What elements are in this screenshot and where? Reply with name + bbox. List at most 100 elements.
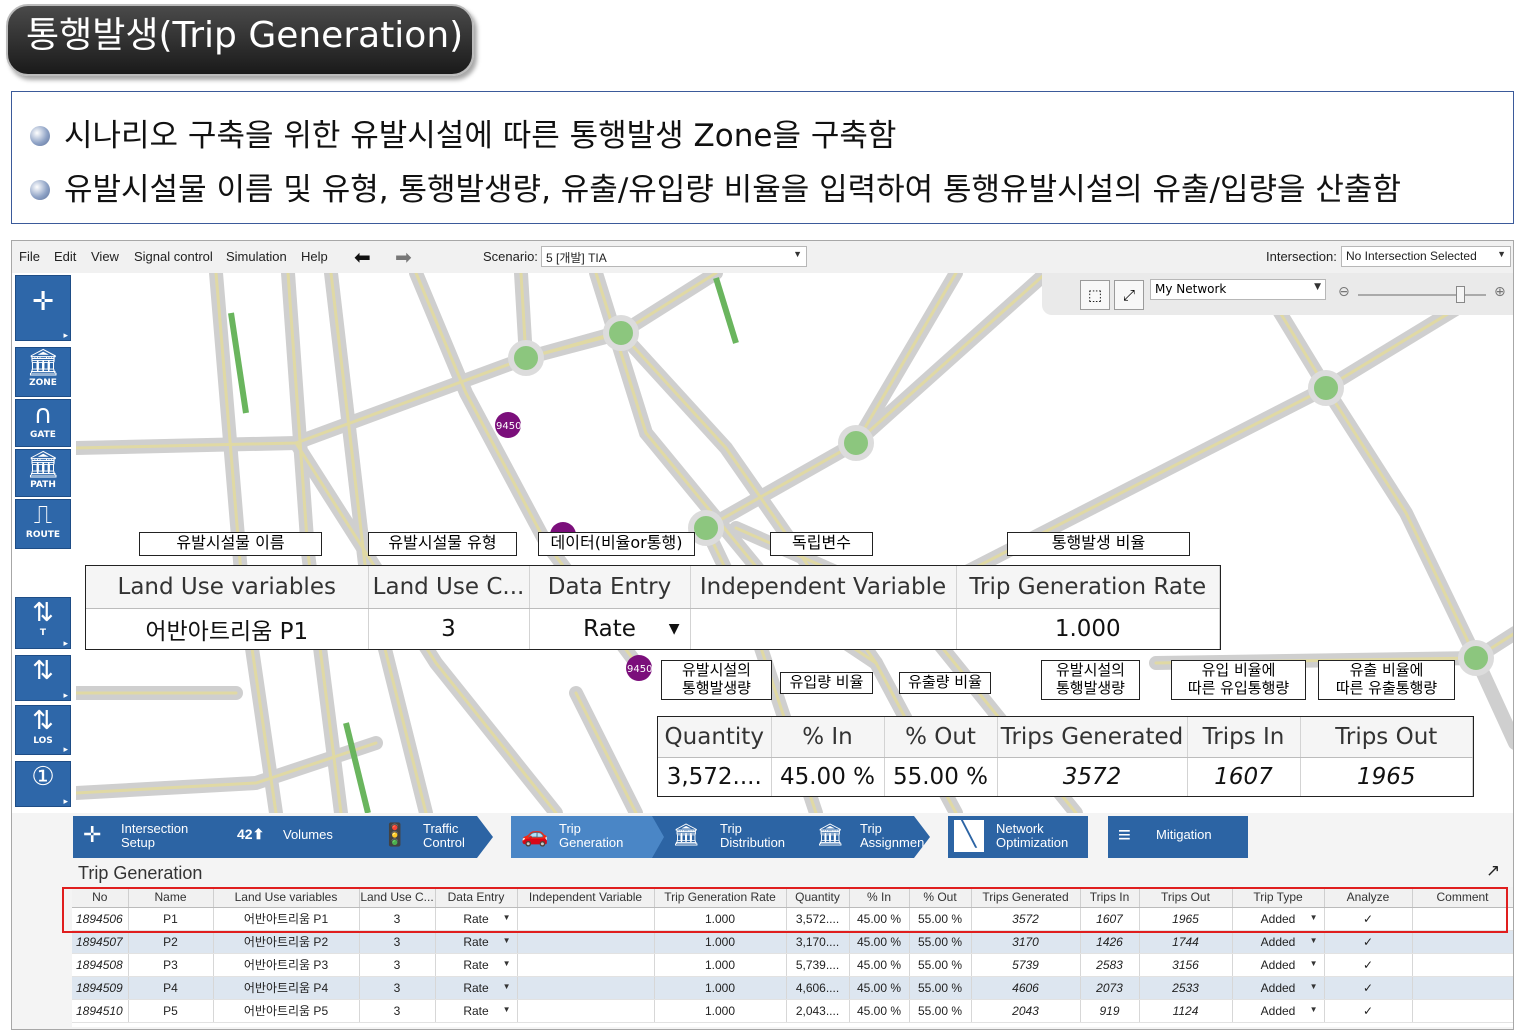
cell-trips-in: 2073	[1080, 976, 1140, 1000]
cell-analyze[interactable]: ✓	[1324, 930, 1413, 954]
zoom-col-pct-in: % In	[771, 717, 885, 758]
expand-triangle-icon: ▸	[63, 331, 68, 341]
cell-value: 4,606....	[795, 980, 840, 995]
menu-bar: File Edit View Signal control Simulation…	[12, 241, 1513, 273]
chevron-down-icon: ▼	[1309, 981, 1318, 991]
zoom-col-trips-in: Trips In	[1187, 717, 1301, 758]
popout-icon[interactable]: ↗	[1486, 861, 1500, 881]
median-strip	[343, 722, 371, 813]
forward-arrow-icon[interactable]: ➡	[395, 245, 412, 270]
zoom-cell-quantity: 3,572....	[658, 757, 772, 796]
phase-tool-button[interactable]: ① ▸	[15, 761, 71, 807]
workflow-label: Trip Generation	[559, 821, 624, 850]
zone-tool-button[interactable]: 🏛 ZONE	[15, 347, 71, 397]
zoom-cell-independent	[690, 608, 957, 649]
workflow-trip-distribution[interactable]: 🏛 Trip Distribution	[652, 816, 810, 858]
cell-trip-type[interactable]: Added ▼	[1232, 930, 1325, 954]
table-row[interactable]: 1894509 P4 어반아트리움 P4 3 Rate ▼ 1.000 4,606.... 45…	[72, 976, 1513, 1000]
menu-edit[interactable]: Edit	[54, 249, 76, 264]
roundabout-node	[838, 425, 874, 461]
cell-analyze[interactable]: ✓	[1324, 976, 1413, 1000]
zoom-cell-trips-in: 1607	[1187, 757, 1301, 796]
zoom-col-quantity: Quantity	[658, 717, 772, 758]
cell-data-entry[interactable]: Rate ▼	[435, 999, 518, 1023]
cell-land-use-variables: 어반아트리움 P5	[213, 999, 360, 1023]
menu-view[interactable]: View	[91, 249, 119, 264]
zoom-slider-track[interactable]	[1358, 294, 1486, 296]
zoom-cell-data-entry[interactable]: Rate ▼	[529, 608, 691, 649]
workflow-volumes[interactable]: 42⬆ Volumes	[213, 816, 371, 858]
path-tool-button[interactable]: 🏛 PATH	[15, 449, 71, 497]
menu-simulation[interactable]: Simulation	[226, 249, 287, 264]
cell-value: P4	[163, 980, 178, 995]
cell-quantity: 2,043....	[786, 999, 850, 1023]
cell-data-entry[interactable]: Rate ▼	[435, 976, 518, 1000]
zoom-col-trips-generated: Trips Generated	[997, 717, 1188, 758]
cell-pct-out: 55.00 %	[909, 999, 972, 1023]
cell-land-use-code: 3	[359, 953, 436, 977]
cell-independent-variable	[517, 976, 655, 1000]
cell-value: 2073	[1096, 980, 1123, 995]
cell-value: P2	[163, 934, 178, 949]
zoom-slider-thumb[interactable]	[1456, 286, 1465, 303]
signal-tool-button[interactable]: ⇅ ▸	[15, 655, 71, 701]
cell-trip-type[interactable]: Added ▼	[1232, 953, 1325, 977]
workflow-network-optimization[interactable]: ╲ Network Optimization	[948, 816, 1088, 858]
chevron-down-icon: ▼	[1314, 282, 1321, 292]
intersection-label: Intersection:	[1266, 249, 1337, 264]
cell-analyze[interactable]: ✓	[1324, 999, 1413, 1023]
cell-value: 45.00 %	[856, 934, 902, 949]
cell-value: 55.00 %	[917, 957, 963, 972]
zoom-cell-trips-generated: 3572	[997, 757, 1188, 796]
cell-value: 3156	[1172, 957, 1199, 972]
add-to-view-button[interactable]: ⬚	[1080, 280, 1110, 310]
annotation-independent: 독립변수	[770, 532, 873, 556]
zoom-in-icon[interactable]: ⊕	[1494, 284, 1506, 300]
cell-value: 1.000	[704, 934, 736, 949]
cell-value: Added	[1260, 957, 1296, 972]
network-select[interactable]: My Network ▼	[1150, 279, 1326, 300]
workflow-traffic-control[interactable]: 🚦 Traffic Control	[353, 816, 493, 858]
menu-file[interactable]: File	[19, 249, 40, 264]
annotation-rate: 통행발생 비율	[1007, 532, 1190, 556]
zoom-cell-rate: 1.000	[956, 608, 1220, 649]
workflow-bar: ✛ Intersection Setup 42⬆ Volumes 🚦 Traff…	[12, 813, 1513, 867]
cell-value: 3	[393, 957, 401, 972]
workflow-mitigation[interactable]: ≡ Mitigation	[1108, 816, 1248, 858]
los-tool-button[interactable]: ⇅ LOS ▸	[15, 705, 71, 755]
route-tool-button[interactable]: ⎍ ROUTE	[15, 499, 71, 549]
turning-volume-tool-button[interactable]: ⇅ T ▸	[15, 597, 71, 649]
scenario-select[interactable]: 5 [개발] TIA ▼	[541, 246, 807, 267]
workflow-label: Trip Assignmen	[860, 821, 925, 850]
chevron-down-icon: ▼	[1309, 958, 1318, 968]
cell-data-entry[interactable]: Rate ▼	[435, 930, 518, 954]
menu-help[interactable]: Help	[301, 249, 328, 264]
back-arrow-icon[interactable]: ⬅	[354, 245, 371, 270]
menu-signal-control[interactable]: Signal control	[134, 249, 213, 264]
cell-value: ✓	[1362, 934, 1374, 949]
fit-extent-button[interactable]: ⤢	[1114, 280, 1144, 310]
table-row[interactable]: 1894508 P3 어반아트리움 P3 3 Rate ▼ 1.000 5,739.... 45…	[72, 953, 1513, 977]
cell-trip-type[interactable]: Added ▼	[1232, 999, 1325, 1023]
cell-value: Rate	[463, 957, 489, 972]
zoom-out-icon[interactable]: ⊖	[1338, 284, 1350, 300]
workflow-intersection-setup[interactable]: ✛ Intersection Setup	[73, 816, 231, 858]
cell-trip-type[interactable]: Added ▼	[1232, 976, 1325, 1000]
table-row[interactable]: 1894510 P5 어반아트리움 P5 3 Rate ▼ 1.000 2,043.... 45…	[72, 999, 1513, 1023]
table-row[interactable]: 1894507 P2 어반아트리움 P2 3 Rate ▼ 1.000 3,170.... 45…	[72, 930, 1513, 954]
intersection-tool-button[interactable]: ✛ ▸	[15, 275, 71, 341]
workflow-trip-assignment[interactable]: 🏛 Trip Assignmen	[792, 816, 930, 858]
cell-land-use-code: 3	[359, 976, 436, 1000]
cell-land-use-variables: 어반아트리움 P3	[213, 953, 360, 977]
route-label: ROUTE	[25, 530, 61, 540]
gate-tool-button[interactable]: ∩ GATE	[15, 399, 71, 447]
workflow-trip-generation[interactable]: 🚗 Trip Generation	[511, 816, 669, 858]
intersection-select[interactable]: No Intersection Selected ▼	[1341, 246, 1511, 267]
cell-value: Added	[1260, 934, 1296, 949]
chevron-down-icon: ▼	[502, 935, 511, 945]
cell-value: 1894509	[76, 980, 123, 995]
cell-no: 1894510	[72, 999, 129, 1023]
cell-analyze[interactable]: ✓	[1324, 953, 1413, 977]
zone-marker-label: 9450	[496, 421, 521, 432]
cell-data-entry[interactable]: Rate ▼	[435, 953, 518, 977]
